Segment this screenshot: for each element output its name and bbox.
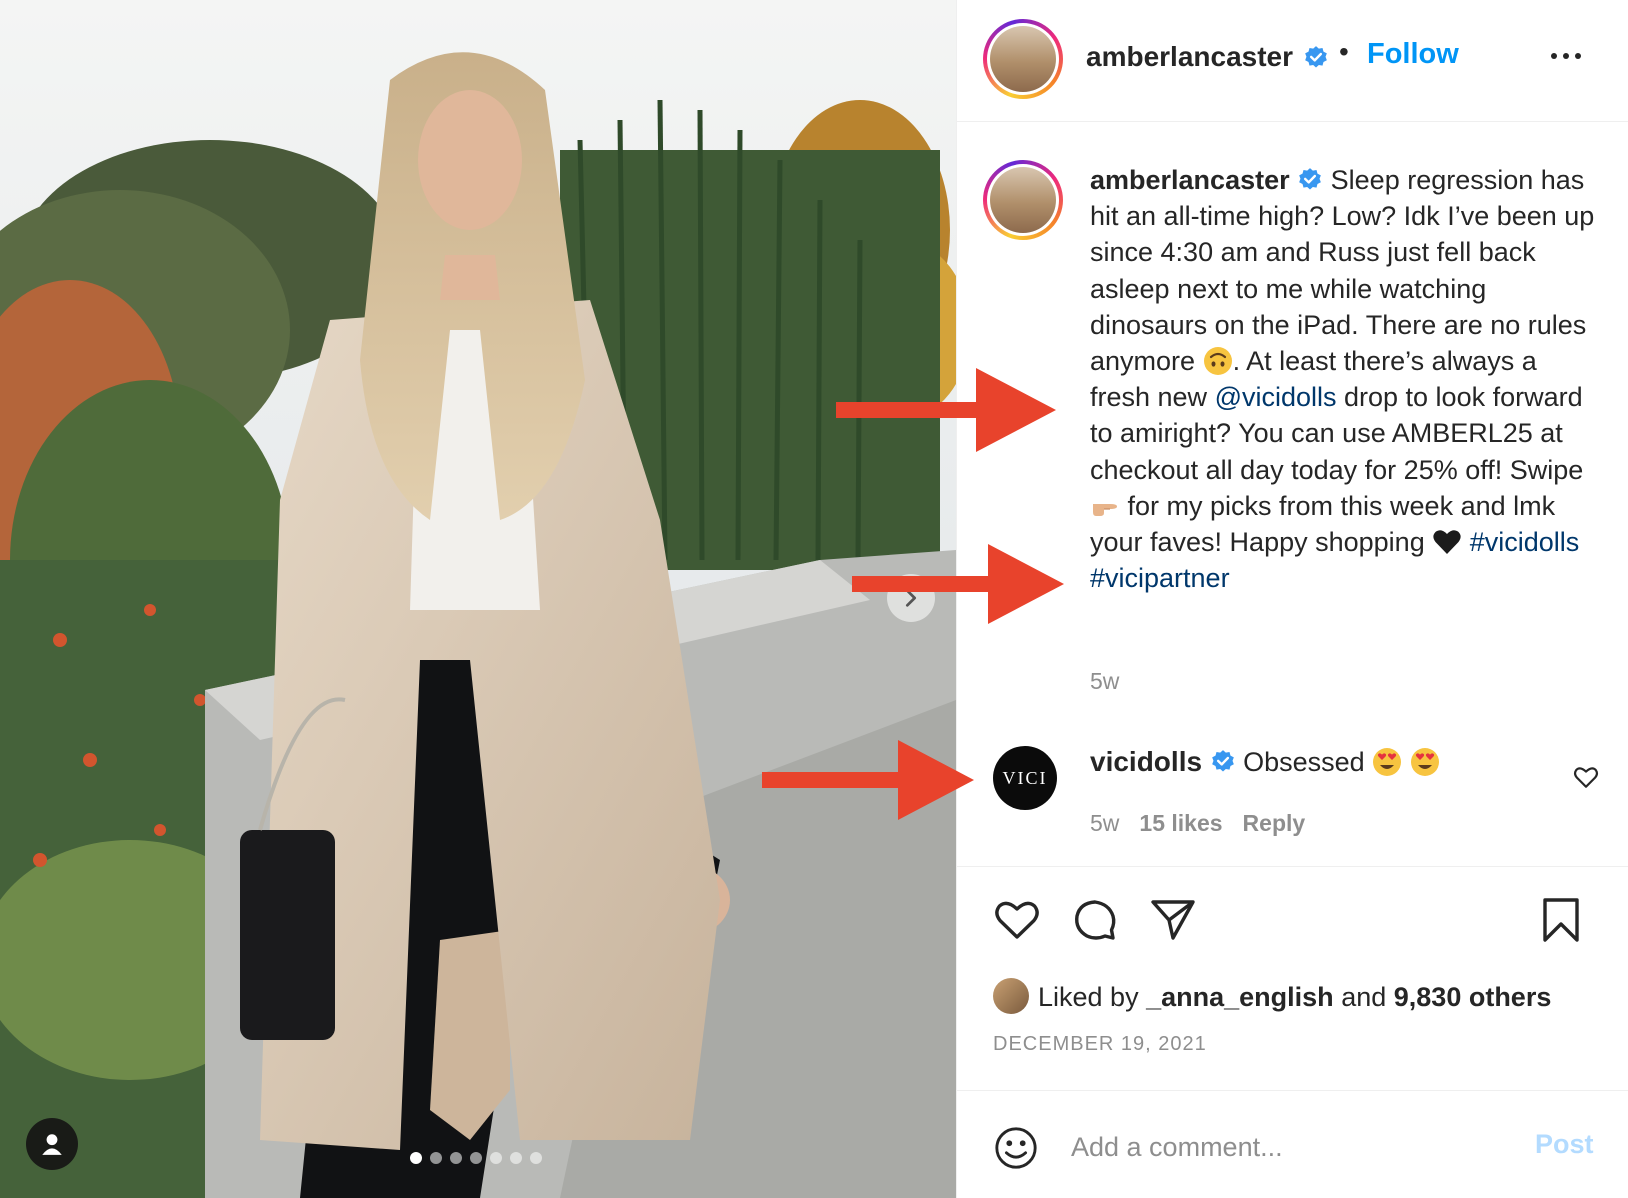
more-options-icon[interactable] (1551, 44, 1591, 68)
comment-bubble-icon[interactable] (1071, 896, 1119, 944)
heart-eyes-icon (1410, 748, 1439, 776)
post-photo[interactable] (0, 0, 956, 1198)
liked-by-others[interactable]: 9,830 others (1394, 982, 1552, 1012)
carousel-dot (490, 1152, 502, 1164)
smiley-icon[interactable] (993, 1125, 1039, 1171)
carousel-dot (470, 1152, 482, 1164)
comment-like-heart-icon[interactable] (1573, 764, 1599, 790)
upside-down-face-icon (1203, 347, 1232, 376)
caption-text-part: Sleep regression has hit an all-time hig… (1090, 165, 1595, 377)
carousel-dot (430, 1152, 442, 1164)
user-tag-icon (42, 1134, 62, 1155)
action-bar-divider (957, 866, 1628, 867)
red-arrow-annotation (836, 368, 1056, 452)
liked-by-avatar[interactable] (993, 978, 1029, 1014)
caption-timestamp[interactable]: 5w (1090, 668, 1119, 695)
heart-icon[interactable] (993, 896, 1041, 944)
add-comment-input[interactable] (1071, 1125, 1501, 1169)
comment-timestamp[interactable]: 5w (1090, 810, 1119, 837)
verified-badge-icon (1305, 46, 1327, 68)
add-comment-bar: Post (957, 1090, 1628, 1198)
author-avatar[interactable] (983, 19, 1063, 99)
hashtag-link[interactable]: #vicipartner (1090, 563, 1230, 593)
photo-scene (0, 0, 956, 1198)
bookmark-icon[interactable] (1537, 896, 1585, 944)
heart-eyes-icon (1373, 748, 1402, 776)
liked-by: Liked by _anna_english and 9,830 others (1038, 982, 1551, 1013)
verified-badge-icon (1211, 750, 1234, 772)
caption-author-avatar[interactable] (983, 160, 1063, 240)
header-separator: • (1339, 36, 1349, 67)
comment-likes[interactable]: 15 likes (1139, 810, 1222, 837)
red-arrow-annotation (762, 740, 974, 820)
comment-text: Obsessed (1243, 747, 1365, 777)
carousel-dot (450, 1152, 462, 1164)
carousel-dot (510, 1152, 522, 1164)
hashtag-link[interactable]: #vicidolls (1470, 527, 1580, 557)
commenter-avatar[interactable]: VICI (993, 746, 1057, 810)
carousel-indicator (410, 1152, 542, 1164)
liked-by-and: and (1341, 982, 1387, 1012)
reply-button[interactable]: Reply (1243, 810, 1306, 837)
liked-by-prefix: Liked by (1038, 982, 1139, 1012)
carousel-dot (530, 1152, 542, 1164)
liked-by-user[interactable]: _anna_english (1146, 982, 1334, 1012)
paper-plane-icon[interactable] (1149, 896, 1197, 944)
red-arrow-annotation (852, 544, 1064, 624)
author-username[interactable]: amberlancaster (1086, 41, 1293, 73)
post-comment-button[interactable]: Post (1535, 1129, 1594, 1160)
carousel-dot (410, 1152, 422, 1164)
commenter-username[interactable]: vicidolls (1090, 746, 1202, 777)
comment-meta: 5w 15 likes Reply (1090, 810, 1305, 837)
post-header: amberlancaster • Follow (957, 0, 1628, 122)
black-heart-icon (1433, 530, 1461, 555)
caption-username[interactable]: amberlancaster (1090, 165, 1290, 195)
post-date[interactable]: DECEMBER 19, 2021 (993, 1033, 1207, 1056)
verified-badge-icon (1299, 168, 1321, 190)
post-caption: amberlancaster Sleep regression has hit … (1090, 162, 1600, 596)
mention-link[interactable]: @vicidolls (1215, 382, 1337, 412)
follow-button[interactable]: Follow (1367, 38, 1459, 71)
comment: vicidolls Obsessed (1090, 746, 1440, 778)
pointing-right-icon (1093, 503, 1117, 516)
tagged-users-button[interactable] (26, 1118, 78, 1170)
